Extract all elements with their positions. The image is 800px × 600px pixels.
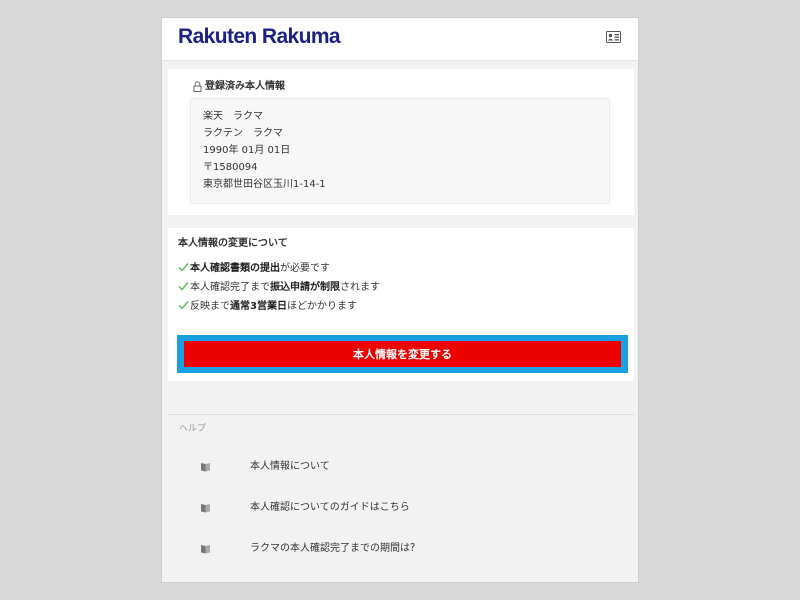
- note-bold: 本人確認書類の提出: [190, 263, 280, 274]
- change-info-button[interactable]: 本人情報を変更する: [184, 341, 621, 367]
- note-post: されます: [340, 282, 380, 293]
- rakuten-rakuma-logo[interactable]: Rakuten Rakuma: [178, 25, 341, 49]
- help-item-about-info[interactable]: 本人情報について: [162, 457, 638, 481]
- note-pre: 本人確認完了まで: [190, 282, 270, 293]
- registered-info-box: 楽天 ラクマ ラクテン ラクマ 1990年 01月 01日 〒1580094 東…: [190, 98, 610, 204]
- help-item-verification-guide[interactable]: 本人確認についてのガイドはこちら: [162, 498, 638, 522]
- change-section-title: 本人情報の変更について: [178, 238, 288, 249]
- note-post: ほどかかります: [286, 301, 357, 312]
- info-address: 東京都世田谷区玉川1-14-1: [203, 179, 326, 190]
- check-icon: [178, 263, 189, 272]
- book-icon: [201, 463, 210, 472]
- registered-info-title: 登録済み本人情報: [205, 81, 285, 92]
- help-item-verification-period[interactable]: ラクマの本人確認完了までの期間は？: [162, 539, 638, 563]
- help-item-label[interactable]: 本人確認についてのガイドはこちら: [250, 501, 410, 515]
- note-bold: 通常3営業日: [230, 301, 287, 312]
- id-card-icon[interactable]: [606, 31, 621, 43]
- registered-info-card: 登録済み本人情報 楽天 ラクマ ラクテン ラクマ 1990年 01月 01日 〒…: [168, 69, 634, 215]
- check-icon: [178, 282, 189, 291]
- info-name: 楽天 ラクマ: [203, 111, 263, 122]
- change-info-card: 本人情報の変更について 本人確認書類の提出が必要です 本人確認完了まで振込申請が…: [168, 228, 634, 381]
- app-frame: Rakuten Rakuma 登録済み本人情報 楽天 ラクマ ラクテン ラクマ …: [161, 17, 639, 583]
- header: Rakuten Rakuma: [162, 18, 638, 61]
- note-document-required: 本人確認書類の提出が必要です: [178, 262, 330, 276]
- check-icon: [178, 301, 189, 310]
- button-focus-ring: 本人情報を変更する: [177, 335, 628, 373]
- note-pre: 反映まで: [190, 301, 230, 312]
- help-divider: [168, 414, 634, 415]
- info-postal-code: 〒1580094: [203, 162, 258, 173]
- lock-icon: [193, 81, 202, 92]
- help-label: ヘルプ: [179, 424, 207, 434]
- note-post: が必要です: [280, 263, 330, 274]
- book-icon: [201, 504, 210, 513]
- note-bold: 振込申請が制限: [270, 282, 340, 293]
- info-birthdate: 1990年 01月 01日: [203, 145, 291, 156]
- help-item-label[interactable]: 本人情報について: [250, 460, 330, 474]
- info-name-kana: ラクテン ラクマ: [203, 128, 283, 139]
- book-icon: [201, 545, 210, 554]
- help-item-label[interactable]: ラクマの本人確認完了までの期間は？: [250, 542, 420, 556]
- note-transfer-restricted: 本人確認完了まで振込申請が制限されます: [178, 281, 380, 295]
- note-business-days: 反映まで通常3営業日ほどかかります: [178, 300, 357, 314]
